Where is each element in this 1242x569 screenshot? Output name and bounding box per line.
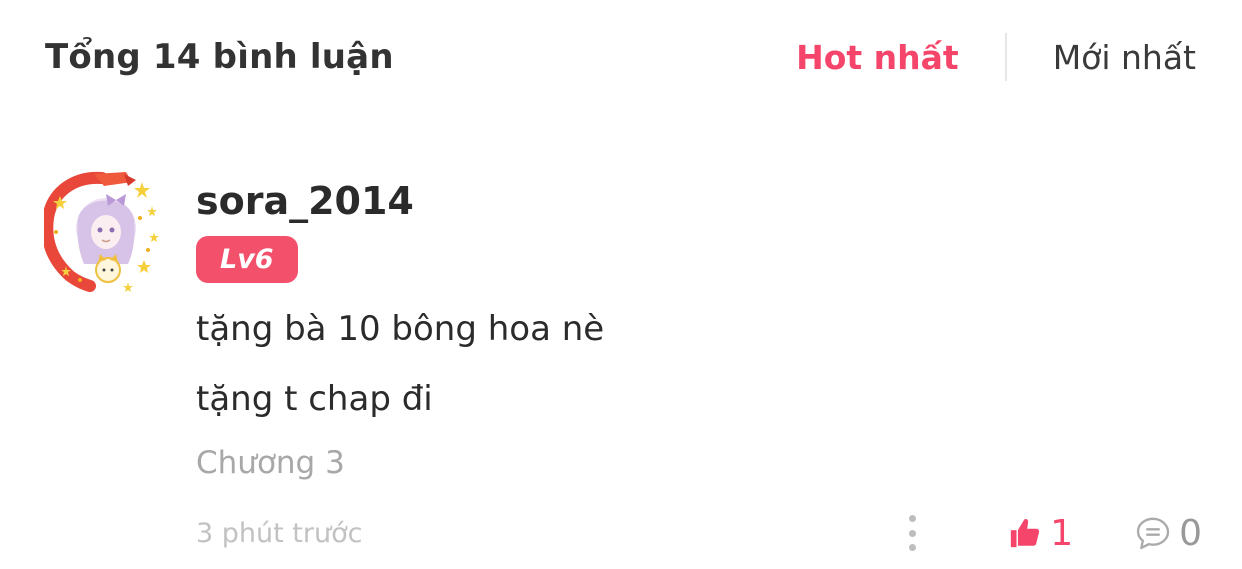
comment-item: sora_2014 Lv6 tặng bà 10 bông hoa nè tặn…	[41, 168, 1202, 558]
comment-text-line: tặng t chap đi	[196, 379, 433, 419]
comments-page: Tổng 14 bình luận Hot nhất Mới nhất sora…	[0, 0, 1242, 569]
tab-hot[interactable]: Hot nhất	[796, 38, 959, 77]
comment-time: 3 phút trước	[196, 517, 363, 549]
like-count: 1	[1050, 512, 1074, 554]
avatar[interactable]	[41, 170, 164, 295]
comment-body: sora_2014 Lv6 tặng bà 10 bông hoa nè tặn…	[196, 168, 1202, 483]
comments-header: Tổng 14 bình luận Hot nhất Mới nhất	[45, 30, 1196, 84]
level-badge: Lv6	[196, 236, 298, 283]
like-button[interactable]: 1	[1008, 513, 1073, 554]
chat-bubble-icon	[1136, 517, 1170, 550]
username[interactable]: sora_2014	[196, 168, 1202, 226]
tab-newest[interactable]: Mới nhất	[1053, 38, 1196, 77]
reply-count: 0	[1179, 512, 1202, 554]
sort-tabs: Hot nhất Mới nhất	[796, 33, 1196, 81]
comment-footer: 3 phút trước 1 0	[196, 508, 1202, 558]
thumbs-up-icon	[1011, 519, 1040, 548]
comment-text-line: tặng bà 10 bông hoa nè	[196, 309, 605, 349]
more-vertical-icon[interactable]	[906, 515, 918, 551]
tab-divider	[1004, 33, 1007, 81]
reply-button[interactable]: 0	[1133, 513, 1202, 554]
chapter-link[interactable]: Chương 3	[196, 443, 1202, 483]
comment-count-title: Tổng 14 bình luận	[45, 37, 394, 77]
